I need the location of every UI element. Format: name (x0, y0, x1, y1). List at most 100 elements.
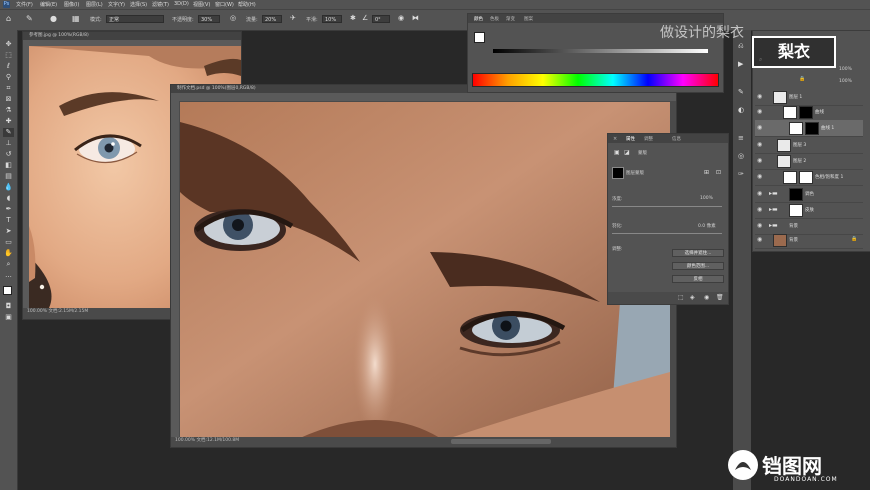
frame-tool-icon[interactable]: ⊠ (3, 95, 14, 104)
crop-tool-icon[interactable]: ⌗ (3, 84, 14, 93)
smoothing-options-icon[interactable]: ✱ (350, 14, 356, 22)
type-tool-icon[interactable]: T (3, 216, 14, 225)
flow-input[interactable]: 20% (262, 15, 282, 23)
angle-input[interactable]: 0° (372, 15, 390, 23)
adjustments-panel-icon[interactable]: ◐ (738, 106, 744, 114)
screen-mode-icon[interactable]: ▣ (3, 313, 14, 322)
apply-mask-icon[interactable]: ◈ (690, 294, 695, 301)
rectangle-tool-icon[interactable]: ▭ (3, 238, 14, 247)
brush-settings-icon[interactable]: ▦ (72, 14, 80, 23)
history-panel-icon[interactable]: ⎌ (738, 42, 744, 51)
menu-layer[interactable]: 图层(L) (86, 1, 103, 8)
eye-icon[interactable]: ◉ (757, 190, 762, 197)
brightness-slider[interactable] (493, 49, 708, 53)
menu-edit[interactable]: 编辑(E) (40, 1, 57, 8)
menu-type[interactable]: 文字(Y) (108, 1, 125, 8)
add-mask-icon[interactable]: ⊞ (704, 169, 709, 176)
eraser-tool-icon[interactable]: ◧ (3, 161, 14, 170)
marquee-tool-icon[interactable]: ⬚ (3, 51, 14, 60)
layer-row[interactable]: ◉ 曲线 (755, 104, 863, 121)
lasso-tool-icon[interactable]: ℓ (3, 62, 14, 71)
layer-fill-value[interactable]: 100% (839, 79, 852, 84)
eye-icon[interactable]: ◉ (757, 173, 762, 180)
opacity-input[interactable]: 30% (198, 15, 220, 23)
color-spectrum-ramp[interactable] (472, 73, 719, 87)
color-range-button[interactable]: 颜色范围... (672, 262, 724, 270)
eye-icon[interactable]: ◉ (757, 236, 762, 243)
tab-adjustments[interactable]: 调整 (644, 136, 653, 142)
tab-gradients[interactable]: 渐变 (506, 16, 515, 22)
move-tool-icon[interactable]: ✥ (3, 40, 14, 49)
eye-icon[interactable]: ◉ (757, 93, 762, 100)
folder-icon[interactable]: ▸▬ (769, 222, 778, 229)
tab-info[interactable]: 信息 (672, 136, 681, 142)
feather-value[interactable]: 0.0 像素 (698, 223, 716, 229)
brush-preset-icon[interactable]: ● (50, 14, 57, 23)
channels-panel-icon[interactable]: ◎ (738, 152, 744, 160)
feather-slider[interactable] (612, 233, 722, 234)
folder-icon[interactable]: ▸▬ (769, 206, 778, 213)
delete-mask-icon[interactable]: 🗑 (716, 294, 724, 301)
clone-stamp-tool-icon[interactable]: ⊥ (3, 139, 14, 148)
brush-tool-icon-selected[interactable]: ✎ (3, 128, 14, 137)
layer-group-row[interactable]: ◉ ▸▬ 调色 (755, 186, 863, 203)
doc-tab-reference[interactable]: 参考图.jpg @ 100%(RGB/8) (23, 32, 241, 40)
eye-icon[interactable]: ◉ (757, 124, 762, 131)
layer-opacity-value[interactable]: 100% (839, 67, 852, 72)
symmetry-icon[interactable]: ⧓ (412, 14, 419, 22)
paths-panel-icon[interactable]: ✑ (738, 170, 744, 178)
load-selection-icon[interactable]: ⬚ (678, 294, 684, 301)
blur-tool-icon[interactable]: 💧 (3, 183, 14, 192)
tab-properties[interactable]: 属性 (626, 136, 635, 142)
disable-mask-icon[interactable]: ◉ (704, 294, 709, 301)
gradient-tool-icon[interactable]: ▤ (3, 172, 14, 181)
zoom-tool-icon[interactable]: ⌕ (3, 260, 14, 269)
vector-mask-icon[interactable]: ◪ (624, 149, 630, 156)
eye-icon[interactable]: ◉ (757, 222, 762, 229)
foreground-color-swatch[interactable] (3, 286, 12, 295)
menu-filter[interactable]: 滤镜(T) (152, 1, 169, 8)
layer-row-selected[interactable]: ◉ 曲线 1 (755, 120, 863, 137)
hand-tool-icon[interactable]: ✋ (3, 249, 14, 258)
layers-panel-icon[interactable]: ≡ (738, 134, 744, 142)
menu-file[interactable]: 文件(F) (16, 1, 33, 8)
menu-3d[interactable]: 3D(D) (174, 1, 189, 7)
eye-icon[interactable]: ◉ (757, 157, 762, 164)
history-brush-tool-icon[interactable]: ↺ (3, 150, 14, 159)
menu-window[interactable]: 窗口(W) (215, 1, 234, 8)
more-tools-icon[interactable]: ··· (3, 273, 14, 282)
layer-row[interactable]: ◉ 背景 🔒 (755, 232, 863, 249)
horizontal-scrollbar[interactable] (451, 439, 551, 444)
menu-image[interactable]: 图像(I) (64, 1, 79, 8)
density-value[interactable]: 100% (700, 196, 713, 201)
path-select-tool-icon[interactable]: ➤ (3, 227, 14, 236)
layer-group-row[interactable]: ◉ ▸▬ 皮肤 (755, 202, 863, 219)
mode-select[interactable]: 正常 (106, 15, 164, 23)
lock-icon[interactable]: 🔒 (799, 76, 805, 82)
brush-panel-icon[interactable]: ✎ (738, 88, 744, 96)
eyedropper-tool-icon[interactable]: ⚗ (3, 106, 14, 115)
eye-icon[interactable]: ◉ (757, 206, 762, 213)
layer-row[interactable]: ◉ 色相/饱和度 1 (755, 169, 863, 186)
menu-select[interactable]: 选择(S) (130, 1, 147, 8)
fg-color-chip[interactable] (474, 32, 485, 43)
density-slider[interactable] (612, 206, 722, 207)
tab-patterns[interactable]: 图案 (524, 16, 533, 22)
vector-add-icon[interactable]: ⊡ (716, 169, 721, 176)
pen-tool-icon[interactable]: ✒ (3, 205, 14, 214)
layer-row[interactable]: ◉ 图层 2 (755, 153, 863, 170)
quick-mask-icon[interactable]: ◘ (3, 302, 14, 311)
brush-tool-icon[interactable]: ✎ (26, 14, 33, 23)
dodge-tool-icon[interactable]: ◖ (3, 194, 14, 203)
close-icon[interactable]: × (613, 136, 617, 142)
tab-swatches[interactable]: 色板 (490, 16, 499, 22)
healing-brush-tool-icon[interactable]: ✚ (3, 117, 14, 126)
eye-icon[interactable]: ◉ (757, 141, 762, 148)
eye-icon[interactable]: ◉ (757, 108, 762, 115)
smooth-input[interactable]: 10% (322, 15, 342, 23)
pressure-opacity-icon[interactable]: ◎ (230, 14, 236, 22)
pressure-size-icon[interactable]: ◉ (398, 14, 404, 22)
quick-select-tool-icon[interactable]: ⚲ (3, 73, 14, 82)
menu-help[interactable]: 帮助(H) (238, 1, 256, 8)
select-and-mask-button[interactable]: 选择并遮住... (672, 249, 724, 257)
